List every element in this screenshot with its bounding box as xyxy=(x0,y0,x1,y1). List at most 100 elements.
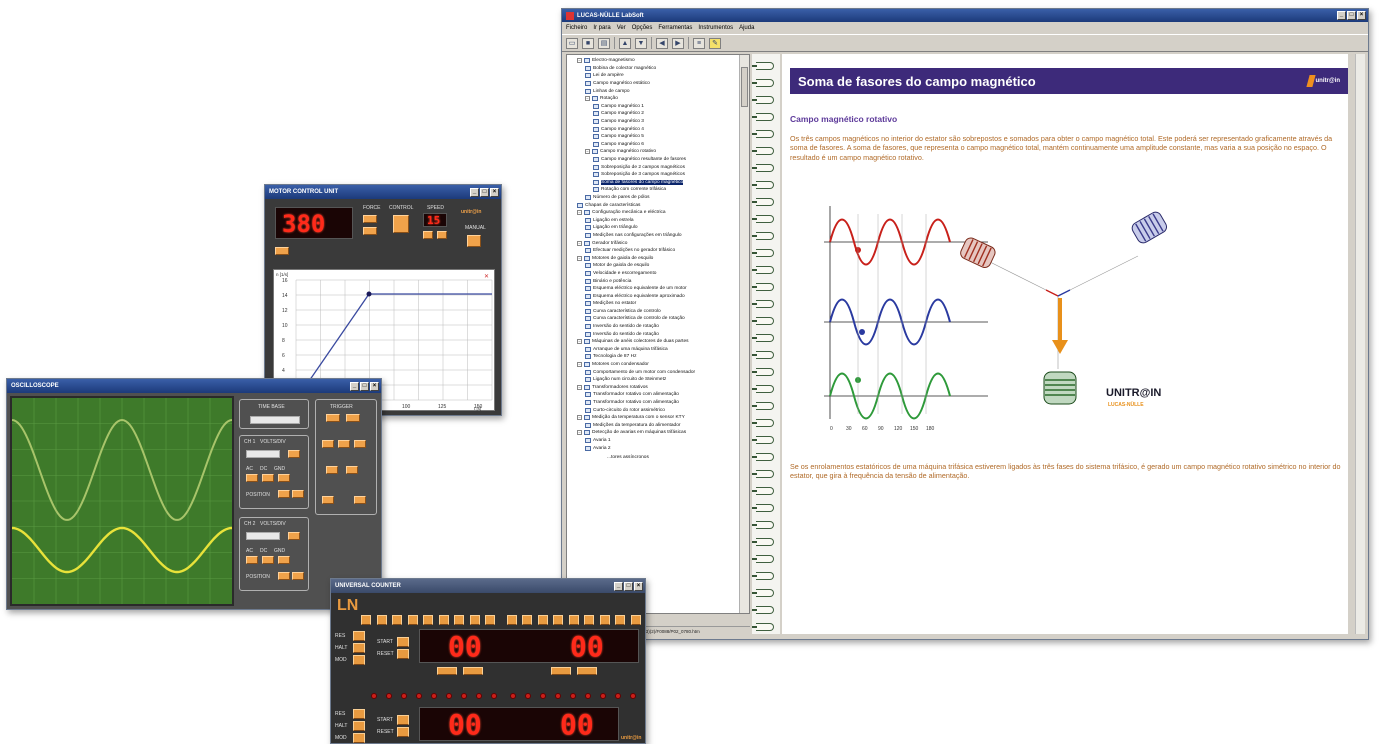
tree-item[interactable]: Campo magnético 3 xyxy=(569,118,749,126)
trigger-mode-button[interactable] xyxy=(354,440,366,448)
mod-button[interactable] xyxy=(353,655,365,665)
counter-input-button[interactable] xyxy=(553,615,563,625)
tree-item[interactable]: Medições da temperatura do alimentador xyxy=(569,422,749,430)
page-up-icon[interactable]: ▲ xyxy=(619,37,631,49)
course-tree[interactable]: − Electro-magnetismo Bobina de colector ma… xyxy=(566,54,750,614)
tree-item[interactable]: Curva característica de controlo de rota… xyxy=(569,315,749,323)
tree-item[interactable]: Binário e potência xyxy=(569,277,749,285)
trigger-mode-button[interactable] xyxy=(338,440,350,448)
motor-titlebar[interactable]: MOTOR CONTROL UNIT _ □ × xyxy=(265,185,501,199)
collapse-icon[interactable]: − xyxy=(577,339,582,345)
forward-arrow-icon[interactable]: ▶ xyxy=(672,37,684,49)
counter-mode-button[interactable] xyxy=(463,667,483,675)
tree-item[interactable]: Inversão do sentido de rotação xyxy=(569,323,749,331)
close-icon[interactable]: × xyxy=(1357,11,1366,20)
counter-mode-button[interactable] xyxy=(551,667,571,675)
tree-item[interactable]: Arranque de uma máquina trifásica xyxy=(569,346,749,354)
counter-input-button[interactable] xyxy=(392,615,402,625)
tree-item[interactable]: Sobreposição de 2 campos magnéticos xyxy=(569,163,749,171)
speed-down-button[interactable] xyxy=(423,231,433,239)
maximize-icon[interactable]: □ xyxy=(624,581,633,591)
tree-item[interactable]: Curva característica de controlo xyxy=(569,308,749,316)
tree-item[interactable]: − Electro-magnetismo xyxy=(569,57,749,65)
counter-input-button[interactable] xyxy=(485,615,495,625)
back-arrow-icon[interactable]: ◀ xyxy=(656,37,668,49)
tree-item[interactable]: − Motores de gaiola de esquilo xyxy=(569,254,749,262)
menu-item[interactable]: Opções xyxy=(632,25,653,31)
menu-item[interactable]: Instrumentos xyxy=(698,25,733,31)
tree-item[interactable]: − Detecção de avarias em máquinas trifási… xyxy=(569,429,749,437)
force-down-button[interactable] xyxy=(363,227,377,235)
counter-input-button[interactable] xyxy=(615,615,625,625)
tree-item[interactable]: Campo magnético resultante de fasores xyxy=(569,156,749,164)
maximize-icon[interactable]: □ xyxy=(480,187,489,197)
minimize-icon[interactable]: _ xyxy=(350,381,359,391)
ch1-coupling-button[interactable] xyxy=(278,474,290,482)
ch1-button[interactable] xyxy=(288,450,300,458)
ch2-button[interactable] xyxy=(288,532,300,540)
tree-item[interactable]: Número de pares de pólos xyxy=(569,194,749,202)
tree-scroll-thumb[interactable] xyxy=(741,67,748,107)
reset-button[interactable] xyxy=(397,649,409,659)
counter-input-button[interactable] xyxy=(423,615,433,625)
collapse-icon[interactable]: − xyxy=(577,58,582,64)
maximize-icon[interactable]: □ xyxy=(360,381,369,391)
tree-item[interactable]: Motor de gaiola de esquilo xyxy=(569,262,749,270)
counter-input-button[interactable] xyxy=(469,615,480,625)
tree-item[interactable]: Esquema eléctrico equivalente de um moto… xyxy=(569,285,749,293)
tree-item[interactable]: − Campo magnético rotativo xyxy=(569,148,749,156)
tree-item[interactable]: − Medição da temperatura com o sensor KTY xyxy=(569,414,749,422)
speed-up-button[interactable] xyxy=(437,231,447,239)
counter-input-button[interactable] xyxy=(568,615,579,625)
ch1-coupling-button[interactable] xyxy=(246,474,258,482)
trigger-slope-button[interactable] xyxy=(346,466,358,474)
collapse-icon[interactable]: − xyxy=(585,96,590,102)
tree-item[interactable]: Campo magnético 2 xyxy=(569,110,749,118)
tree-item[interactable]: Transformador rotativo com alimentação xyxy=(569,391,749,399)
ch1-position-button[interactable] xyxy=(292,490,304,498)
collapse-icon[interactable]: − xyxy=(577,240,582,246)
counter-input-button[interactable] xyxy=(522,615,532,625)
tree-item[interactable]: − Gerador trifásico xyxy=(569,239,749,247)
start-button-2[interactable] xyxy=(397,715,409,725)
res-button[interactable] xyxy=(353,631,365,641)
minimize-icon[interactable]: _ xyxy=(614,581,623,591)
ch2-volts-select[interactable] xyxy=(246,532,280,540)
tree-scrollbar[interactable] xyxy=(739,55,749,613)
counter-mode-button[interactable] xyxy=(437,667,457,675)
tree-item[interactable]: Medições nas configurações em triângulo xyxy=(569,232,749,240)
tree-item[interactable]: Campo magnético 5 xyxy=(569,133,749,141)
tree-item[interactable]: Campo magnético 6 xyxy=(569,141,749,149)
menu-item[interactable]: Ficheiro xyxy=(566,25,587,31)
counter-input-button[interactable] xyxy=(454,615,464,625)
menu-item[interactable]: Ver xyxy=(617,25,626,31)
ch2-coupling-button[interactable] xyxy=(262,556,274,564)
halt-button-2[interactable] xyxy=(353,721,365,731)
menu-item[interactable]: Ir para xyxy=(593,25,610,31)
counter-mode-button[interactable] xyxy=(577,667,597,675)
tree-item[interactable]: Campo magnético 1 xyxy=(569,103,749,111)
open-folder-icon[interactable]: ▭ xyxy=(566,37,578,49)
tree-item[interactable]: − Motores com condensador xyxy=(569,361,749,369)
counter-input-button[interactable] xyxy=(584,615,594,625)
trigger-button[interactable] xyxy=(346,414,360,422)
tree-item[interactable]: Efectuar medições no gerador trifásico xyxy=(569,247,749,255)
bookmark-icon[interactable]: ✎ xyxy=(709,37,721,49)
counter-titlebar[interactable]: UNIVERSAL COUNTER _ □ × xyxy=(331,579,645,593)
trigger-slope-button[interactable] xyxy=(326,466,338,474)
tree-item[interactable]: Ligação em triângulo xyxy=(569,224,749,232)
collapse-icon[interactable]: − xyxy=(577,210,582,216)
ch2-coupling-button[interactable] xyxy=(246,556,258,564)
ch2-position-button[interactable] xyxy=(278,572,290,580)
counter-input-button[interactable] xyxy=(407,615,418,625)
close-icon[interactable]: × xyxy=(490,187,499,197)
close-icon[interactable]: × xyxy=(634,581,643,591)
control-button[interactable] xyxy=(393,215,409,233)
tree-item[interactable]: Transformador rotativo com alimentação xyxy=(569,399,749,407)
counter-input-button[interactable] xyxy=(630,615,641,625)
tree-item[interactable]: Esquema eléctrico equivalente aproximado xyxy=(569,292,749,300)
menu-item[interactable]: Ferramentas xyxy=(658,25,692,31)
tree-item[interactable]: Velocidade e escorregamento xyxy=(569,270,749,278)
collapse-icon[interactable]: − xyxy=(577,362,582,368)
res-button-2[interactable] xyxy=(353,709,365,719)
